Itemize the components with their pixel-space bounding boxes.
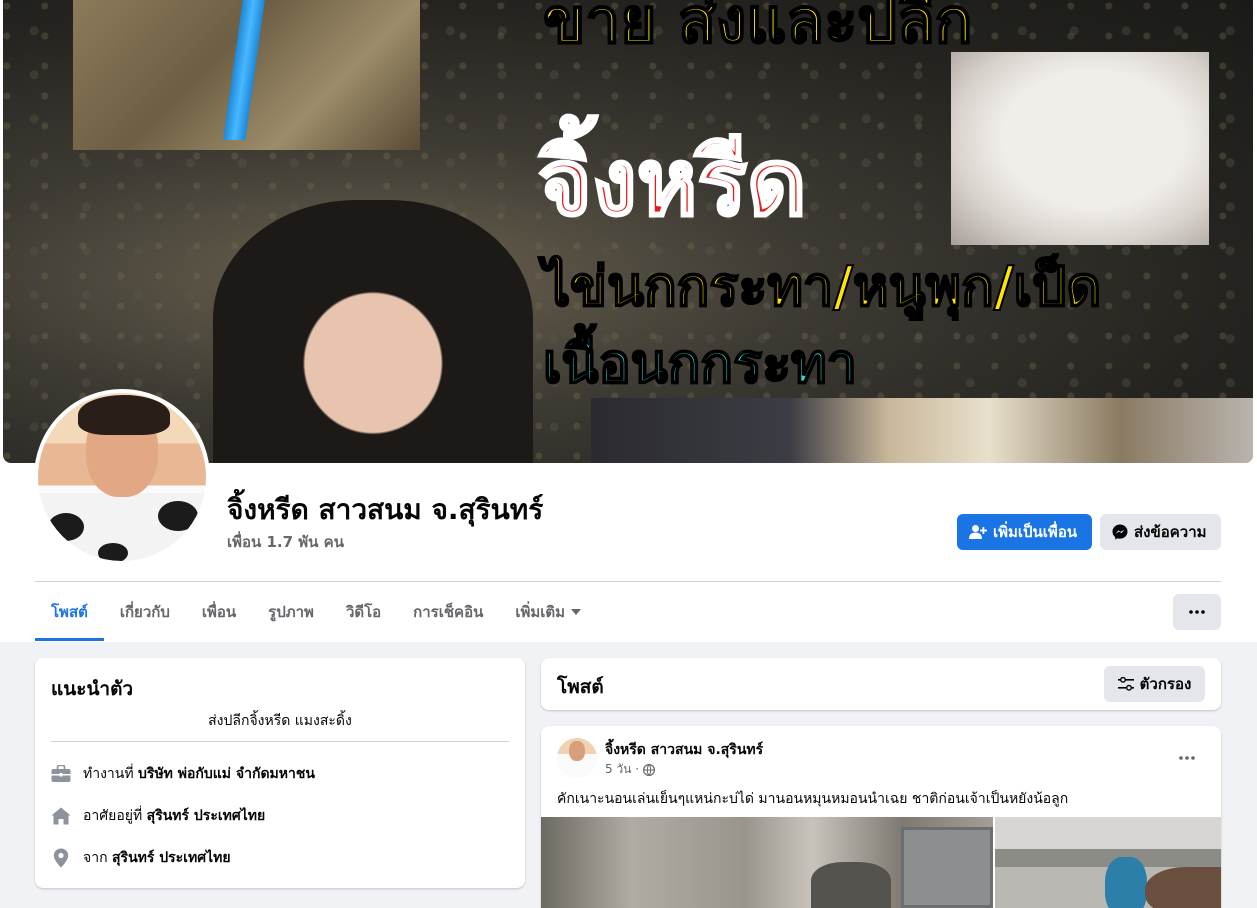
avatar-hair (78, 395, 170, 435)
add-person-icon (969, 525, 987, 539)
cover-bottom-photo-strip (591, 398, 1253, 463)
intro-bio: ส่งปลีกจิ้งหรีด แมงสะดิ้ง (208, 713, 352, 729)
tab-more[interactable]: เพิ่มเติม (499, 583, 597, 641)
post-card: จิ้งหรีด สาวสนม จ.สุรินทร์ 5 วัน · คักเน… (541, 726, 1221, 908)
header-divider (35, 581, 1221, 582)
intro-work-row: ทำงานที่ บริษัท พ่อกับแม่ จำกัดมหาชน (51, 763, 315, 785)
cover-text-line1: ขาย ส่งและปลีก (542, 0, 973, 58)
cover-photo[interactable]: ขาย ส่งและปลีก จิ้งหรีด ไข่นกกระทา/หนูพุ… (3, 0, 1253, 463)
filter-label: ตัวกรอง (1139, 675, 1192, 693)
post-options-button[interactable] (1169, 740, 1205, 776)
posts-title: โพสต์ (557, 676, 604, 698)
filter-button[interactable]: ตัวกรอง (1104, 666, 1205, 702)
tab-about[interactable]: เกี่ยวกับ (104, 583, 186, 641)
intro-work-value[interactable]: บริษัท พ่อกับแม่ จำกัดมหาชน (138, 766, 315, 782)
more-dots-icon (1189, 610, 1205, 614)
intro-work-text: ทำงานที่ บริษัท พ่อกับแม่ จำกัดมหาชน (83, 763, 315, 785)
intro-lives-row: อาศัยอยู่ที่ สุรินทร์ ประเทศไทย (51, 805, 265, 827)
intro-work-prefix: ทำงานที่ (83, 766, 134, 782)
cover-inset-photo-rats (951, 52, 1209, 245)
tab-label: เพื่อน (201, 603, 237, 621)
friends-count[interactable]: เพื่อน 1.7 พัน คน (227, 530, 344, 554)
add-friend-button[interactable]: เพิ่มเป็นเพื่อน (957, 514, 1092, 550)
home-icon (51, 806, 71, 826)
messenger-icon (1112, 524, 1128, 540)
cover-text-line3: ไข่นกกระทา/หนูพุก/เป็ด (542, 254, 1102, 319)
tab-label: รูปภาพ (268, 603, 314, 621)
posts-header-card: โพสต์ ตัวกรอง (541, 658, 1221, 710)
avatar-shirt-spot (158, 501, 198, 531)
profile-name: จิ้งหรีด สาวสนม จ.สุรินทร์ (227, 493, 544, 526)
profile-tabs: โพสต์ เกี่ยวกับ เพื่อน รูปภาพ วิดีโอ การ… (35, 583, 597, 641)
post-timestamp[interactable]: 5 วัน · (605, 760, 639, 779)
intro-from-value[interactable]: สุรินทร์ ประเทศไทย (112, 850, 231, 866)
tab-label: เพิ่มเติม (515, 603, 566, 621)
intro-from-text: จาก สุรินทร์ ประเทศไทย (83, 847, 231, 869)
tab-label: การเช็คอิน (413, 603, 484, 621)
intro-from-prefix: จาก (83, 850, 108, 866)
cover-text-line2: จิ้งหรีด (537, 128, 809, 238)
post-author-avatar[interactable] (557, 738, 597, 778)
profile-avatar[interactable] (34, 389, 210, 565)
post-author-name[interactable]: จิ้งหรีด สาวสนม จ.สุรินทร์ (605, 739, 763, 761)
filter-sliders-icon (1117, 677, 1134, 691)
tab-videos[interactable]: วิดีโอ (330, 583, 397, 641)
intro-divider (51, 741, 509, 742)
caret-down-icon (571, 609, 582, 615)
tab-checkins[interactable]: การเช็คอิน (397, 583, 499, 641)
tab-label: วิดีโอ (345, 603, 382, 621)
tab-label: โพสต์ (51, 603, 88, 621)
intro-title: แนะนำตัว (51, 678, 134, 700)
tab-posts[interactable]: โพสต์ (35, 583, 104, 641)
intro-lives-prefix: อาศัยอยู่ที่ (83, 808, 143, 824)
intro-lives-value[interactable]: สุรินทร์ ประเทศไทย (147, 808, 266, 824)
avatar-shirt-spot (98, 543, 128, 561)
intro-from-row: จาก สุรินทร์ ประเทศไทย (51, 847, 231, 869)
post-text: คักเนาะนอนเล่นเย็นๆแหน่กะบ่ได่ มานอนหมุน… (557, 791, 1069, 807)
briefcase-icon (51, 764, 71, 784)
post-avatar-face (569, 741, 585, 761)
tab-label: เกี่ยวกับ (119, 603, 170, 621)
post-photo-tank (901, 827, 993, 908)
add-friend-label: เพิ่มเป็นเพื่อน (993, 523, 1078, 541)
post-photo-2[interactable] (995, 817, 1221, 908)
post-photo-pot (811, 862, 891, 908)
cover-text-line4: เนื้อนกกระทา (542, 331, 858, 396)
post-photo-1[interactable] (541, 817, 993, 908)
post-photo-leg (1105, 857, 1147, 908)
globe-icon (643, 763, 656, 776)
cover-woman-portrait (213, 200, 533, 463)
post-photo-arm (1145, 867, 1221, 908)
post-meta: 5 วัน · (605, 760, 656, 779)
location-pin-icon (51, 848, 71, 868)
avatar-shirt-spot (48, 513, 84, 541)
more-options-button[interactable] (1173, 594, 1221, 630)
send-message-label: ส่งข้อความ (1134, 523, 1207, 541)
more-dots-icon (1179, 756, 1195, 760)
intro-card: แนะนำตัว ส่งปลีกจิ้งหรีด แมงสะดิ้ง ทำงาน… (35, 658, 525, 888)
send-message-button[interactable]: ส่งข้อความ (1100, 514, 1221, 550)
intro-lives-text: อาศัยอยู่ที่ สุรินทร์ ประเทศไทย (83, 805, 265, 827)
tab-photos[interactable]: รูปภาพ (252, 583, 330, 641)
tab-friends[interactable]: เพื่อน (186, 583, 252, 641)
